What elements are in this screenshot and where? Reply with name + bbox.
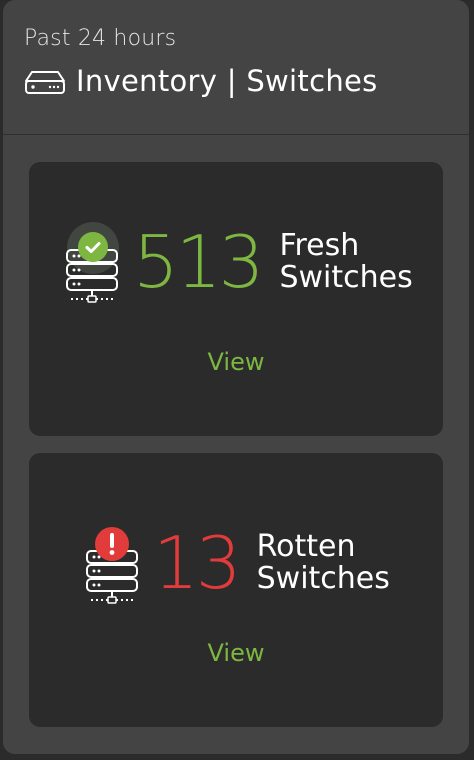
widget-title-row: Inventory | Switches (24, 64, 378, 98)
server-stack-icon (65, 220, 119, 304)
view-fresh-switches-link[interactable]: View (29, 348, 443, 376)
view-rotten-switches-link[interactable]: View (29, 639, 443, 667)
fresh-switches-card: 513 Fresh Switches View (29, 162, 443, 436)
rotten-switches-card: 13 Rotten Switches View (29, 453, 443, 727)
fresh-switches-stat: 513 Fresh Switches (65, 220, 413, 304)
fresh-label-line2: Switches (279, 260, 413, 295)
time-range-label: Past 24 hours (24, 26, 177, 51)
rotten-label-line1: Rotten (256, 529, 356, 564)
check-badge-icon (78, 232, 108, 262)
widget-title: Inventory | Switches (76, 64, 378, 98)
alert-badge-icon (95, 527, 129, 561)
rotten-switches-stat: 13 Rotten Switches (85, 521, 390, 605)
switch-device-icon (24, 66, 66, 96)
rotten-label-line2: Switches (256, 561, 390, 596)
fresh-switches-count: 513 (133, 220, 264, 304)
inventory-switches-widget: Past 24 hours Inventory | Switches 513 F… (3, 0, 469, 754)
fresh-switches-label: Fresh Switches (279, 230, 412, 294)
widget-header: Past 24 hours Inventory | Switches (3, 0, 469, 135)
server-stack-icon (85, 521, 139, 605)
fresh-label-line1: Fresh (279, 228, 360, 263)
rotten-switches-label: Rotten Switches (257, 531, 390, 595)
rotten-switches-count: 13 (153, 521, 242, 605)
